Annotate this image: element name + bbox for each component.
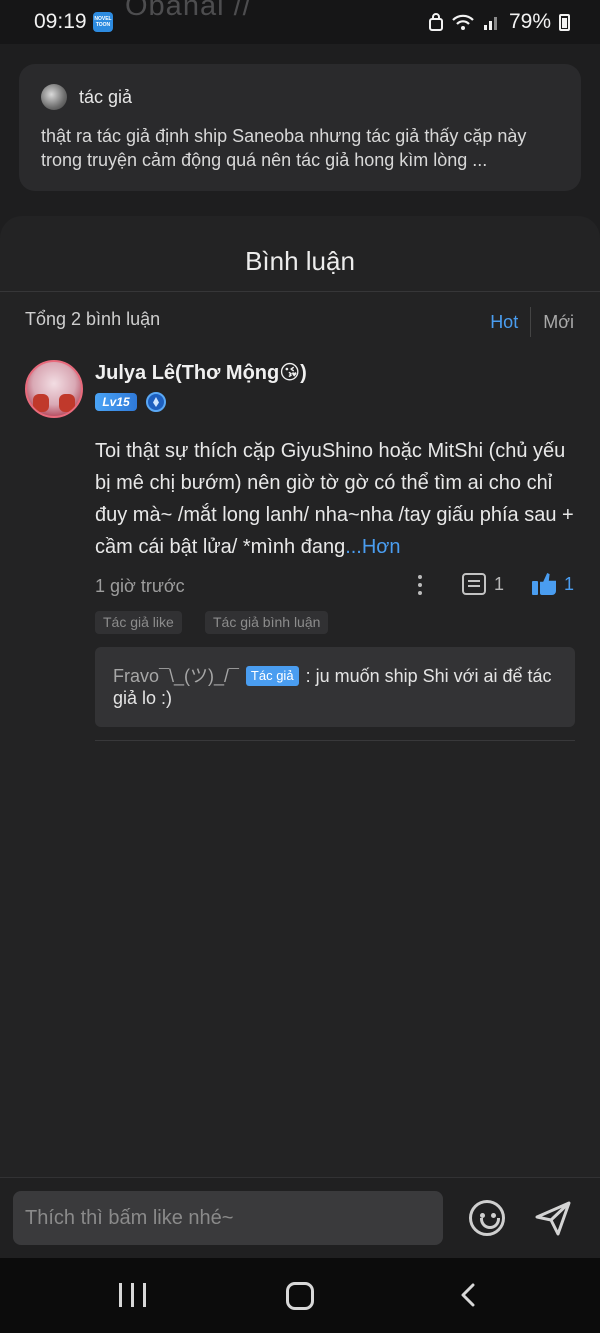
battery-percent: 79% bbox=[508, 10, 551, 33]
comment-time: 1 giờ trước bbox=[95, 576, 185, 596]
author-reply[interactable]: Fravo¯\_(ツ)_/¯ Tác giả : ju muốn ship Sh… bbox=[95, 647, 575, 727]
avatar-frame-decoration bbox=[59, 394, 75, 412]
send-icon[interactable] bbox=[534, 1199, 572, 1237]
alarm-lock-icon bbox=[428, 13, 443, 31]
reply-user[interactable]: Fravo¯\_(ツ)_/¯ bbox=[113, 666, 239, 686]
novel-toon-app-icon: NOVEL TOON bbox=[93, 12, 113, 32]
author-badge: Tác giả bbox=[245, 666, 299, 686]
sheet-title: Bình luận bbox=[245, 246, 355, 276]
like-button[interactable]: 1 bbox=[532, 573, 574, 595]
reply-button[interactable]: 1 bbox=[462, 573, 504, 595]
read-more-link[interactable]: ...Hơn bbox=[345, 536, 400, 558]
reply-count: 1 bbox=[494, 573, 505, 594]
author-name: tác giả bbox=[79, 86, 133, 107]
avatar-frame-decoration bbox=[33, 394, 49, 412]
wifi-icon bbox=[452, 14, 474, 30]
divider bbox=[0, 291, 600, 292]
comment-input[interactable]: Thích thì bấm like nhé~ bbox=[13, 1191, 443, 1245]
signal-icon bbox=[483, 17, 497, 30]
back-icon[interactable] bbox=[461, 1283, 475, 1307]
thumbs-up-icon bbox=[532, 573, 556, 595]
status-bar: 09:19 NOVEL TOON Obanai // 79% bbox=[0, 0, 600, 44]
author-note-card[interactable]: tác giả thật ra tác giả định ship Saneob… bbox=[19, 64, 581, 191]
comment-icon bbox=[462, 573, 486, 595]
tab-new[interactable]: Mới bbox=[531, 312, 574, 333]
commenter-name[interactable]: Julya Lê(Thơ Mộng😘) bbox=[95, 360, 307, 385]
comment-body[interactable]: Toi thật sự thích cặp GiyuShino hoặc Mit… bbox=[95, 435, 575, 563]
commenter-avatar[interactable] bbox=[25, 360, 83, 418]
comments-sheet: Bình luận Tổng 2 bình luận Hot Mới Julya… bbox=[0, 216, 600, 1178]
status-time: 09:19 bbox=[34, 10, 87, 33]
comment-composer: Thích thì bấm like nhé~ bbox=[0, 1177, 600, 1258]
comment-divider bbox=[95, 740, 575, 741]
author-note-text: thật ra tác giả định ship Saneoba nhưng … bbox=[41, 126, 527, 170]
battery-icon bbox=[559, 13, 570, 31]
comment-text: Toi thật sự thích cặp GiyuShino hoặc Mit… bbox=[95, 440, 574, 558]
rank-diamond-icon bbox=[146, 392, 166, 412]
home-icon[interactable] bbox=[286, 1282, 314, 1310]
status-icons: 79% bbox=[428, 10, 570, 34]
tab-hot[interactable]: Hot bbox=[490, 312, 530, 333]
more-options-icon[interactable] bbox=[410, 573, 430, 599]
sort-tabs: Hot Mới bbox=[490, 307, 574, 337]
system-nav-bar bbox=[0, 1258, 600, 1333]
tag-author-liked: Tác giả like bbox=[95, 611, 182, 634]
author-avatar[interactable] bbox=[41, 84, 67, 110]
emoji-icon[interactable] bbox=[469, 1200, 505, 1236]
level-badge: Lv15 bbox=[95, 393, 137, 411]
like-count: 1 bbox=[564, 573, 575, 594]
tag-author-commented: Tác giả bình luận bbox=[205, 611, 329, 634]
recent-apps-icon[interactable] bbox=[119, 1283, 147, 1307]
background-chapter-title: Obanai // bbox=[125, 0, 252, 22]
comment-count: Tổng 2 bình luận bbox=[25, 309, 161, 329]
